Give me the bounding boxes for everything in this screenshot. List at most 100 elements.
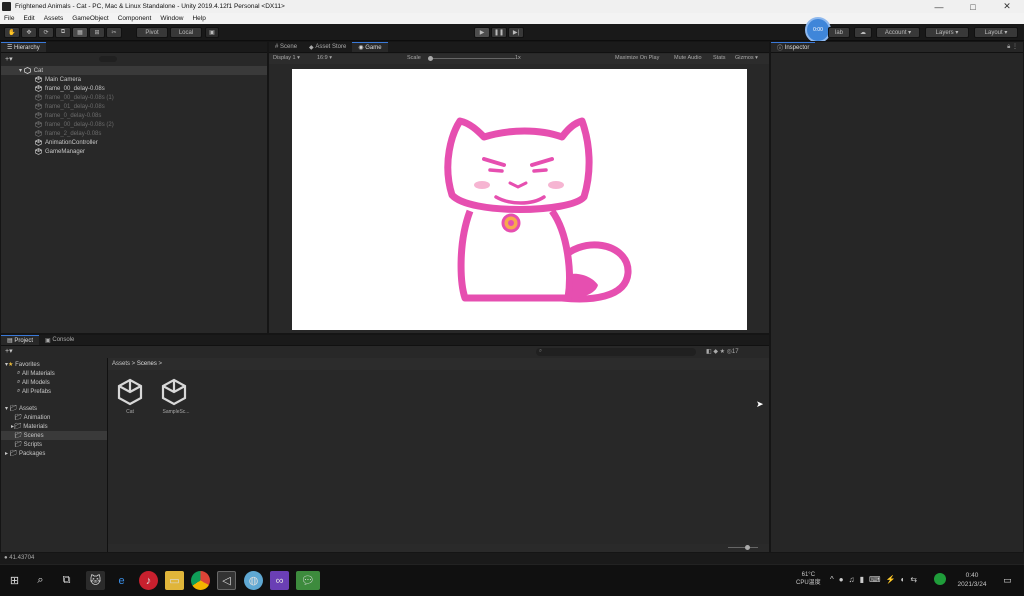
- transform-tool-icon[interactable]: ⊞: [89, 27, 105, 38]
- account-dropdown[interactable]: Account ▾: [876, 27, 920, 38]
- unity-scene-file-icon: [117, 378, 143, 406]
- asset-folder-item[interactable]: 📁︎ Scripts: [1, 440, 107, 449]
- layers-dropdown[interactable]: Layers ▾: [925, 27, 969, 38]
- step-button[interactable]: ▶|: [508, 27, 524, 38]
- hierarchy-item[interactable]: Main Camera: [1, 75, 81, 84]
- close-button[interactable]: ✕: [990, 1, 1024, 12]
- project-filter-icons[interactable]: ◧ ◆ ★ ◎17: [706, 348, 739, 355]
- hierarchy-item[interactable]: frame_01_delay-0.08s: [1, 102, 105, 111]
- gameobject-icon: [35, 76, 42, 83]
- inspector-lock-icon[interactable]: 🔒︎ ⋮: [1007, 43, 1018, 51]
- hierarchy-item[interactable]: GameManager: [1, 147, 85, 156]
- file-explorer-icon[interactable]: ▭: [165, 571, 184, 590]
- assets-row[interactable]: ▾ 📁︎ Assets: [1, 404, 37, 413]
- scale-slider-handle[interactable]: [428, 56, 433, 61]
- project-footer: [108, 544, 769, 552]
- scale-tool-icon[interactable]: ⧉: [55, 27, 71, 38]
- tab-game[interactable]: ◉ Game: [352, 42, 388, 52]
- visual-studio-icon[interactable]: ∞: [270, 571, 289, 590]
- maximize-on-play-toggle[interactable]: Maximize On Play: [615, 55, 659, 61]
- hierarchy-item[interactable]: AnimationController: [1, 138, 98, 147]
- asset-folder-item[interactable]: 📁︎ Scenes: [1, 431, 107, 440]
- system-tray-icons[interactable]: ^●♫▮⌨⚡◐⇆: [830, 575, 922, 584]
- hierarchy-root-label: Cat: [33, 67, 44, 74]
- pet-app-icon[interactable]: 🐱︎: [86, 571, 105, 590]
- display-dropdown[interactable]: Display 1 ▾: [273, 55, 300, 61]
- tab-inspector[interactable]: ⓘ Inspector: [771, 42, 816, 52]
- create-plus-icon[interactable]: +▾: [5, 55, 13, 63]
- hierarchy-item[interactable]: frame_00_delay-0.08s (2): [1, 120, 114, 129]
- menu-edit[interactable]: Edit: [23, 15, 34, 22]
- search-icon[interactable]: ⌕: [31, 571, 50, 590]
- rotate-tool-icon[interactable]: ⟳: [38, 27, 54, 38]
- hand-tool-icon[interactable]: ✋: [4, 27, 20, 38]
- maximize-button[interactable]: □: [956, 2, 990, 12]
- packages-row[interactable]: ▸ 📁︎ Packages: [1, 449, 45, 458]
- windows-start-icon[interactable]: ⊞: [5, 571, 24, 590]
- move-tool-icon[interactable]: ✥: [21, 27, 37, 38]
- cloud-icon[interactable]: ☁: [854, 27, 872, 38]
- chrome-icon[interactable]: [191, 571, 210, 590]
- browser-app-icon[interactable]: ◍: [244, 571, 263, 590]
- hierarchy-root-row[interactable]: ▾ Cat: [1, 66, 267, 75]
- menu-assets[interactable]: Assets: [44, 15, 64, 22]
- hierarchy-item[interactable]: frame_00_delay-0.08s (1): [1, 93, 114, 102]
- icon-size-slider-handle[interactable]: [745, 545, 750, 550]
- project-search-input[interactable]: ⌕: [536, 348, 696, 356]
- file-cat[interactable]: Cat: [115, 377, 145, 415]
- asset-folder-item[interactable]: 📁︎ Animation: [1, 413, 107, 422]
- hierarchy-item[interactable]: frame_0_delay-0.08s: [1, 111, 101, 120]
- tab-hierarchy[interactable]: ☰ Hierarchy: [1, 42, 46, 52]
- breadcrumb-scenes[interactable]: Scenes: [137, 361, 157, 367]
- unity-hub-icon[interactable]: ◁: [217, 571, 236, 590]
- stats-toggle[interactable]: Stats: [713, 55, 726, 61]
- favorite-item[interactable]: ⌕ All Materials: [1, 369, 55, 378]
- wechat-icon[interactable]: 💬︎: [296, 571, 320, 590]
- menu-gameobject[interactable]: GameObject: [72, 15, 109, 22]
- hierarchy-search-input[interactable]: [99, 56, 117, 62]
- taskbar-clock[interactable]: 0:40 2021/3/24: [950, 571, 994, 589]
- rect-tool-icon[interactable]: ▦: [72, 27, 88, 38]
- tab-console[interactable]: ▣ Console: [39, 335, 80, 345]
- menu-component[interactable]: Component: [118, 15, 152, 22]
- layout-dropdown[interactable]: Layout ▾: [974, 27, 1018, 38]
- breadcrumb-assets[interactable]: Assets: [112, 361, 130, 367]
- menu-window[interactable]: Window: [160, 15, 183, 22]
- tab-project[interactable]: ▤ Project: [1, 335, 40, 345]
- hierarchy-item[interactable]: frame_2_delay-0.08s: [1, 129, 101, 138]
- custom-tool-icon[interactable]: ✂: [106, 27, 122, 38]
- task-view-icon[interactable]: ⧉: [57, 571, 76, 590]
- pause-button[interactable]: ❚❚: [491, 27, 507, 38]
- minimize-button[interactable]: —: [922, 2, 956, 12]
- mute-audio-toggle[interactable]: Mute Audio: [674, 55, 702, 61]
- project-tabstrip: ▤ Project ▣ Console: [1, 335, 769, 346]
- game-view-render: [292, 69, 747, 330]
- notification-icon[interactable]: ▭: [998, 571, 1017, 590]
- gizmos-dropdown[interactable]: Gizmos ▾: [735, 55, 758, 61]
- weather-widget[interactable]: 61°C CPU温度: [796, 571, 821, 587]
- aspect-dropdown[interactable]: 16:9 ▾: [317, 55, 332, 61]
- collab-button[interactable]: lab: [828, 27, 850, 38]
- tab-scene[interactable]: # Scene: [269, 42, 303, 52]
- file-samplescene[interactable]: SampleSc...: [159, 377, 193, 415]
- netease-music-icon[interactable]: ♪: [139, 571, 158, 590]
- pivot-toggle[interactable]: Pivot: [136, 27, 168, 38]
- tray-app-icon[interactable]: [934, 573, 946, 585]
- tab-asset-store[interactable]: ◆ Asset Store: [303, 42, 352, 52]
- hierarchy-item[interactable]: frame_00_delay-0.08s: [1, 84, 105, 93]
- scale-slider[interactable]: [429, 58, 515, 59]
- favorite-item[interactable]: ⌕ All Models: [1, 378, 50, 387]
- asset-folder-item[interactable]: ▸📁︎ Materials: [1, 422, 107, 431]
- edge-icon[interactable]: e: [112, 571, 131, 590]
- favorites-row[interactable]: ▾ ★ Favorites: [1, 360, 40, 369]
- menu-help[interactable]: Help: [192, 15, 205, 22]
- asset-folder-label: Animation: [23, 414, 51, 421]
- icon-size-slider[interactable]: [728, 547, 758, 548]
- snap-icon[interactable]: ▣: [205, 27, 219, 38]
- scene-tab-label: Scene: [280, 44, 298, 50]
- menu-file[interactable]: File: [4, 15, 14, 22]
- play-button[interactable]: ▶: [474, 27, 490, 38]
- favorite-item[interactable]: ⌕ All Prefabs: [1, 387, 51, 396]
- local-toggle[interactable]: Local: [170, 27, 202, 38]
- project-create-icon[interactable]: +▾: [5, 347, 13, 355]
